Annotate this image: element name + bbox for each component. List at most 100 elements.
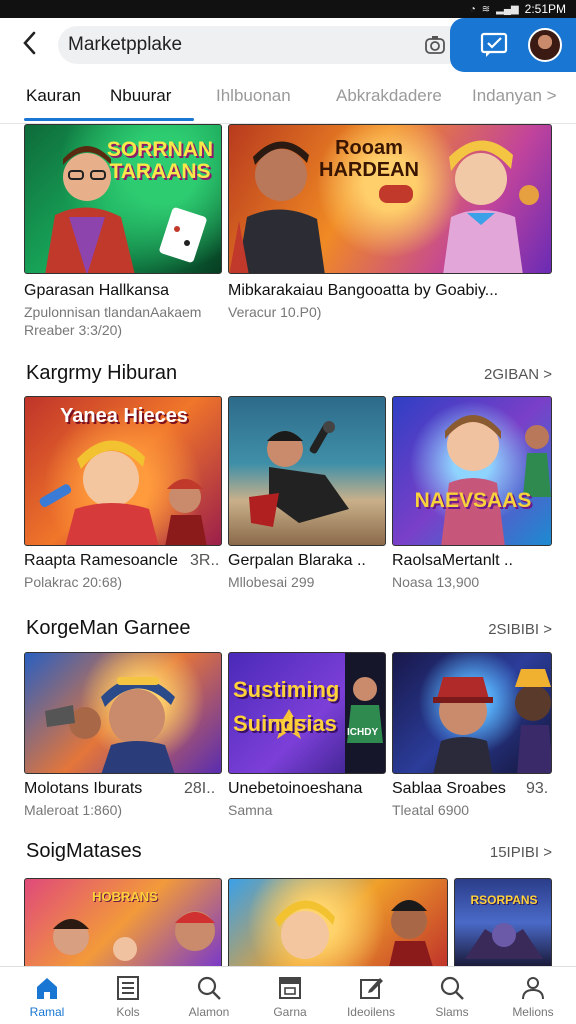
- game-thumbnail: [24, 652, 222, 774]
- message-icon[interactable]: [480, 32, 508, 58]
- tab-kauran[interactable]: Kauran: [26, 86, 81, 106]
- game-thumbnail: HOBRANS: [24, 878, 222, 966]
- nav-label: Garna: [273, 1005, 307, 1019]
- card-subtitle: Polakrac 20:68): [24, 574, 123, 590]
- card-subtitle: Maleroat 1:860): [24, 802, 123, 818]
- game-card[interactable]: Molotans Iburats 28I.. Maleroat 1:860): [24, 652, 222, 822]
- thumbnail-text: Rooam HARDEAN: [319, 137, 419, 181]
- nav-ideoilens[interactable]: Ideoilens: [330, 967, 412, 1024]
- character-illustration: [249, 421, 349, 527]
- thumbnail-text: SORRNAN TARAANS: [106, 138, 214, 183]
- game-card[interactable]: HOBRANS: [24, 878, 222, 966]
- search-icon: [440, 976, 464, 1000]
- bottom-navigation: Ramal Kols Alamon Garna Ideoilens Slams …: [0, 966, 576, 1024]
- category-tabs: Kauran Nbuurar Ihlbuonan Abkrakdadere In…: [0, 72, 576, 124]
- card-subtitle: Tleatal 6900: [392, 802, 470, 818]
- game-card[interactable]: [228, 878, 448, 966]
- tab-abkrakdadere[interactable]: Abkrakdadere: [336, 86, 442, 106]
- notification-icon: ◔: [469, 3, 476, 15]
- game-thumbnail: [228, 396, 386, 546]
- character-illustration: [433, 669, 551, 773]
- nav-kols[interactable]: Kols: [87, 967, 169, 1024]
- game-card[interactable]: Rooam HARDEAN Mibkarakaiau Bangooatta by…: [228, 124, 552, 344]
- section-title: KorgeMan Garnee: [26, 617, 191, 639]
- status-bar: ◔ ≋ ▂▄▆ 2:51PM: [0, 0, 576, 18]
- home-icon: [37, 978, 57, 999]
- game-card[interactable]: SORRNAN TARAANS Gparasan Hallkansa Zpulo…: [24, 124, 222, 344]
- game-card[interactable]: Yanea Hieces Raapta Ramesoancle 3R.. Pol…: [24, 396, 222, 596]
- header-actions: [450, 18, 576, 72]
- thumbnail-text: Yanea Hieces: [60, 405, 188, 427]
- tab-indanyan[interactable]: Indanyan >: [472, 86, 557, 106]
- person-icon: [522, 977, 544, 1000]
- character-illustration: [45, 677, 175, 773]
- nav-melions[interactable]: Melions: [492, 967, 574, 1024]
- card-title: Gerpalan Blaraka ..: [228, 552, 366, 569]
- search-icon: [197, 976, 221, 1000]
- card-title: Molotans Iburats: [24, 780, 143, 797]
- nav-label: Ramal: [29, 1005, 65, 1019]
- card-subtitle: Veracur 10.P0): [228, 304, 322, 320]
- section-title: SoigMatases: [26, 840, 142, 862]
- game-thumbnail: SORRNAN TARAANS: [24, 124, 222, 274]
- nav-label: Kols: [116, 1005, 140, 1019]
- game-card[interactable]: Sustiming Suindsias ICHDY Unebetoinoesha…: [228, 652, 386, 822]
- camera-icon[interactable]: [424, 34, 446, 56]
- game-card[interactable]: Sablaa Sroabes 93. Tleatal 6900: [392, 652, 552, 822]
- card-extra: 3R..: [190, 552, 220, 569]
- game-card[interactable]: NAEVSAAS RaolsaMertanlt .. Noasa 13,900: [392, 396, 552, 596]
- card-subtitle: Samna: [228, 802, 273, 818]
- game-thumbnail: Rooam HARDEAN: [228, 124, 552, 274]
- game-card[interactable]: RSORPANS: [454, 878, 552, 966]
- card-title: Sablaa Sroabes: [392, 780, 506, 797]
- section-more-link[interactable]: 2SIBIBI >: [488, 621, 552, 638]
- nav-label: Alamon: [188, 1005, 230, 1019]
- search-input[interactable]: [68, 30, 408, 60]
- card-extra: 28I..: [184, 780, 216, 797]
- card-extra: 93.: [526, 780, 549, 797]
- card-subtitle: Zpulonnisan tlandanAakaem: [24, 304, 202, 320]
- nav-label: Ideoilens: [346, 1005, 396, 1019]
- tab-nbuurar[interactable]: Nbuurar: [110, 86, 171, 106]
- nav-slams[interactable]: Slams: [411, 967, 493, 1024]
- search-box: [58, 26, 458, 64]
- edit-icon: [360, 978, 383, 999]
- top-bar: [0, 18, 576, 72]
- nav-label: Slams: [435, 1005, 469, 1019]
- section-more-link[interactable]: 2GIBAN >: [484, 366, 552, 383]
- section-more-link[interactable]: 15IPIBI >: [490, 844, 552, 861]
- nav-label: Melions: [512, 1005, 554, 1019]
- card-subtitle: Noasa 13,900: [392, 574, 480, 590]
- game-thumbnail: RSORPANS: [454, 878, 552, 966]
- nav-garna[interactable]: Garna: [249, 967, 331, 1024]
- game-thumbnail: [228, 878, 448, 966]
- thumbnail-text: Sustiming Suindsias: [233, 677, 340, 736]
- thumbnail-text: RSORPANS: [470, 893, 538, 907]
- card-title: Gparasan Hallkansa: [24, 282, 169, 299]
- character-illustration: [441, 415, 551, 545]
- signal-icon: ▂▄▆: [496, 3, 519, 15]
- character-illustration: [275, 900, 433, 966]
- thumbnail-badge-text: ICHDY: [347, 727, 379, 738]
- thumbnail-text: HOBRANS: [92, 889, 158, 904]
- game-thumbnail: NAEVSAAS: [392, 396, 552, 546]
- card-title: Raapta Ramesoancle: [24, 552, 178, 569]
- wifi-icon: ≋: [481, 3, 491, 15]
- image-icon: [279, 977, 301, 999]
- avatar[interactable]: [528, 28, 562, 62]
- status-time: 2:51PM: [524, 2, 566, 16]
- back-button[interactable]: [14, 30, 46, 60]
- card-title: Mibkarakaiau Bangooatta by Goabiy...: [228, 282, 499, 299]
- document-icon: [117, 976, 139, 1000]
- card-title: RaolsaMertanlt ..: [392, 552, 513, 569]
- game-card[interactable]: Gerpalan Blaraka .. Mllobesai 299: [228, 396, 386, 596]
- card-title: Unebetoinoeshana: [228, 780, 363, 797]
- thumbnail-text: NAEVSAAS: [414, 489, 532, 512]
- card-meta: Rreaber 3:3/20): [24, 322, 123, 338]
- tab-ihlbuonan[interactable]: Ihlbuonan: [216, 86, 291, 106]
- game-thumbnail: [392, 652, 552, 774]
- nav-alamon[interactable]: Alamon: [168, 967, 250, 1024]
- nav-home[interactable]: Ramal: [6, 967, 88, 1024]
- chevron-left-icon: [23, 31, 36, 55]
- card-subtitle: Mllobesai 299: [228, 574, 315, 590]
